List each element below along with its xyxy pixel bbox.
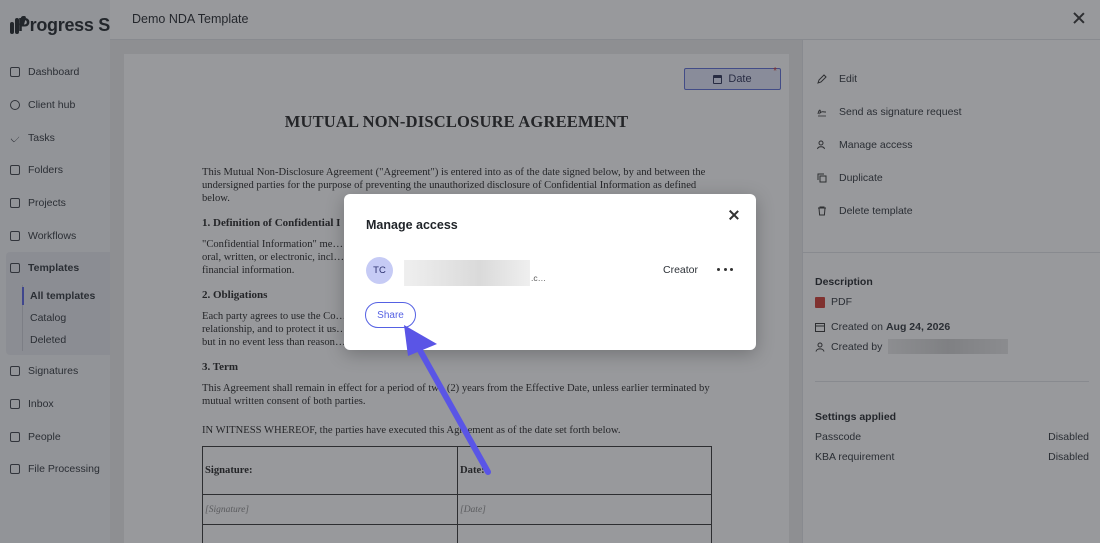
user-role: Creator	[663, 264, 699, 276]
more-options-icon[interactable]	[717, 268, 733, 272]
close-dialog-icon[interactable]	[728, 209, 740, 221]
share-button[interactable]: Share	[365, 302, 416, 328]
dialog-title: Manage access	[366, 218, 458, 232]
user-email-tail: .c…	[531, 273, 547, 283]
redacted-user-name	[404, 260, 530, 286]
manage-access-dialog: Manage access TC .c… Creator Share	[344, 194, 756, 350]
avatar: TC	[366, 257, 393, 284]
